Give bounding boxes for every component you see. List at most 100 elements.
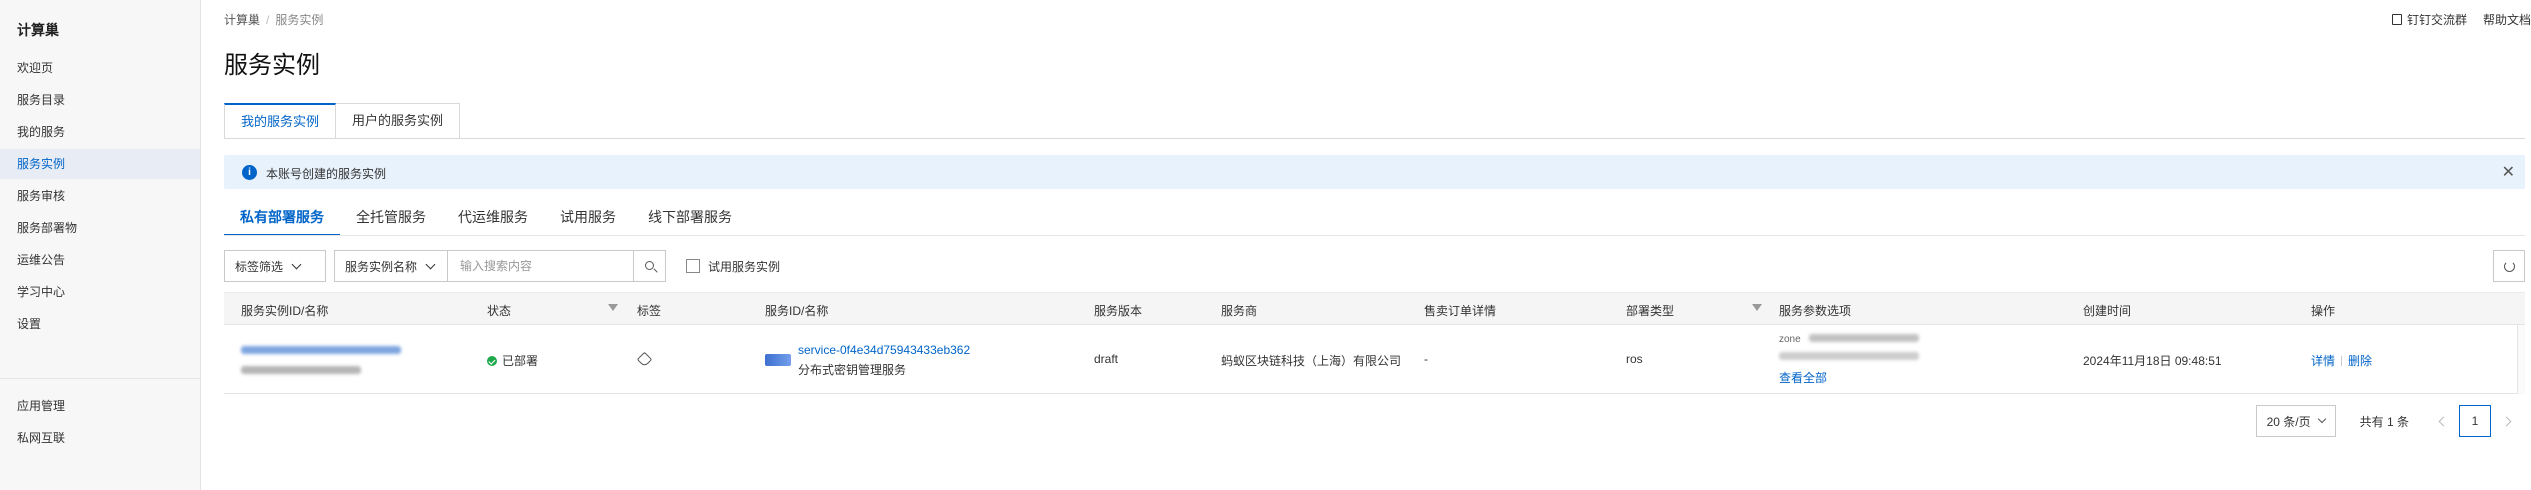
chevron-right-icon[interactable] [2503, 416, 2513, 426]
breadcrumb-current: 服务实例 [275, 13, 324, 27]
service-logo-icon [765, 354, 791, 366]
sub-tabs: 私有部署服务 全托管服务 代运维服务 试用服务 线下部署服务 [224, 204, 748, 236]
info-icon: i [242, 165, 257, 180]
status-text: 已部署 [502, 354, 539, 368]
order-detail: - [1424, 352, 1428, 366]
main-content: 计算巢 / 服务实例 钉钉交流群 帮助文档 服务实例 我的服务实例 用户的服务实例 … [201, 0, 2531, 490]
sidebar-item-private-network[interactable]: 私网互联 [0, 423, 200, 453]
sidebar-divider [0, 378, 200, 379]
sidebar-item-service-catalog[interactable]: 服务目录 [0, 85, 200, 115]
sidebar-item-app-management[interactable]: 应用管理 [0, 391, 200, 421]
refresh-button[interactable] [2493, 250, 2525, 282]
delete-link[interactable]: 删除 [2348, 354, 2372, 368]
search-icon [645, 261, 654, 270]
service-version: draft [1094, 352, 1119, 366]
search-button[interactable] [634, 250, 666, 282]
page-size-label: 20 条/页 [2266, 414, 2311, 429]
params-view-all-link[interactable]: 查看全部 [1779, 369, 1827, 386]
chevron-down-icon [425, 259, 436, 269]
search-input[interactable] [448, 250, 634, 282]
subtab-managed-ops[interactable]: 代运维服务 [442, 204, 544, 236]
breadcrumb: 计算巢 / 服务实例 [224, 11, 323, 28]
col-instance: 服务实例ID/名称 [241, 304, 329, 318]
subtab-offline-deploy[interactable]: 线下部署服务 [632, 204, 748, 236]
service-provider: 蚂蚁区块链科技（上海）有限公司 [1221, 354, 1402, 368]
service-id-link[interactable]: service-0f4e34d75943433eb362 [798, 343, 970, 357]
sidebar-item-learning-center[interactable]: 学习中心 [0, 277, 200, 307]
dingtalk-group-link[interactable]: 钉钉交流群 [2391, 11, 2467, 28]
trial-checkbox-label: 试用服务实例 [708, 259, 781, 274]
params-preview: zone [1779, 334, 1920, 345]
breadcrumb-root[interactable]: 计算巢 [224, 13, 260, 27]
params-preview-line-2 [1779, 349, 1919, 363]
filter-icon[interactable] [1752, 304, 1762, 311]
sidebar-item-deployables[interactable]: 服务部署物 [0, 213, 200, 243]
col-version: 服务版本 [1094, 304, 1143, 318]
instances-table: 服务实例ID/名称 状态 标签 服务ID/名称 服务版本 服务商 售卖订单详情 … [224, 292, 2525, 394]
trial-filter: 试用服务实例 [686, 258, 780, 275]
sidebar-item-service-instances[interactable]: 服务实例 [0, 149, 200, 179]
subtabs-divider [224, 235, 2525, 236]
col-actions: 操作 [2311, 304, 2336, 318]
sidebar-item-ops-notices[interactable]: 运维公告 [0, 245, 200, 275]
info-alert: i 本账号创建的服务实例 ✕ [224, 155, 2525, 189]
main-tabs: 我的服务实例 用户的服务实例 [224, 103, 461, 139]
sidebar-item-settings[interactable]: 设置 [0, 309, 200, 339]
help-docs-link[interactable]: 帮助文档 [2483, 11, 2531, 28]
search-field-select[interactable]: 服务实例名称 [334, 250, 448, 282]
sidebar-title: 计算巢 [17, 22, 59, 38]
instance-name-redacted [241, 363, 361, 377]
subtab-private-deploy[interactable]: 私有部署服务 [224, 204, 340, 236]
col-created: 创建时间 [2083, 304, 2132, 318]
detail-link[interactable]: 详情 [2311, 354, 2335, 368]
service-name: 分布式密钥管理服务 [798, 363, 907, 377]
table-scrollbar[interactable] [2517, 325, 2525, 394]
tag-filter-label: 标签筛选 [235, 259, 284, 274]
page-number[interactable]: 1 [2459, 405, 2491, 437]
page-title: 服务实例 [224, 52, 320, 79]
sidebar-item-service-review[interactable]: 服务审核 [0, 181, 200, 211]
col-tags: 标签 [637, 304, 662, 318]
app-root: 计算巢 欢迎页 服务目录 我的服务 服务实例 服务审核 服务部署物 运维公告 学… [0, 0, 2531, 490]
deploy-type: ros [1626, 352, 1643, 366]
chevron-down-icon [291, 259, 302, 269]
params-prefix: zone [1779, 334, 1801, 345]
col-provider: 服务商 [1221, 304, 1258, 318]
chevron-left-icon[interactable] [2437, 416, 2447, 426]
refresh-icon [2504, 261, 2515, 272]
close-icon[interactable]: ✕ [2502, 162, 2515, 182]
col-service: 服务ID/名称 [765, 304, 829, 318]
tabs-divider [224, 138, 2525, 139]
sidebar-item-my-services[interactable]: 我的服务 [0, 117, 200, 147]
status-cell: 已部署 [487, 352, 538, 369]
alert-text: 本账号创建的服务实例 [266, 167, 387, 181]
total-count: 共有 1 条 [2359, 414, 2409, 429]
trial-checkbox[interactable] [686, 259, 700, 273]
tag-icon[interactable] [636, 351, 653, 368]
table-header: 服务实例ID/名称 状态 标签 服务ID/名称 服务版本 服务商 售卖订单详情 … [224, 292, 2525, 325]
page-size-select[interactable]: 20 条/页 [2255, 405, 2336, 437]
tab-user-instances[interactable]: 用户的服务实例 [336, 103, 461, 139]
filter-icon[interactable] [608, 304, 618, 311]
header-links: 钉钉交流群 帮助文档 [2391, 11, 2531, 28]
action-separator [2341, 356, 2343, 366]
col-status: 状态 [487, 304, 512, 318]
chevron-down-icon [2317, 414, 2326, 424]
sidebar-item-welcome[interactable]: 欢迎页 [0, 53, 200, 83]
subtab-trial[interactable]: 试用服务 [544, 204, 632, 236]
instance-id-redacted[interactable] [241, 343, 401, 357]
tag-filter-select[interactable]: 标签筛选 [224, 250, 326, 282]
filter-bar: 标签筛选 服务实例名称 试用服务实例 [224, 250, 780, 282]
row-actions: 详情 删除 [2311, 352, 2372, 369]
sidebar: 计算巢 欢迎页 服务目录 我的服务 服务实例 服务审核 服务部署物 运维公告 学… [0, 0, 201, 490]
created-time: 2024年11月18日 09:48:51 [2083, 354, 2222, 368]
dingtalk-icon [2391, 14, 2402, 25]
success-icon [487, 356, 497, 366]
dingtalk-group-label: 钉钉交流群 [2406, 13, 2467, 27]
tab-my-instances[interactable]: 我的服务实例 [224, 103, 337, 139]
subtab-fully-managed[interactable]: 全托管服务 [340, 204, 442, 236]
col-order: 售卖订单详情 [1424, 304, 1497, 318]
col-params: 服务参数选项 [1779, 304, 1852, 318]
breadcrumb-separator: / [266, 13, 270, 27]
pagination: 20 条/页 共有 1 条 1 [2255, 405, 2525, 437]
